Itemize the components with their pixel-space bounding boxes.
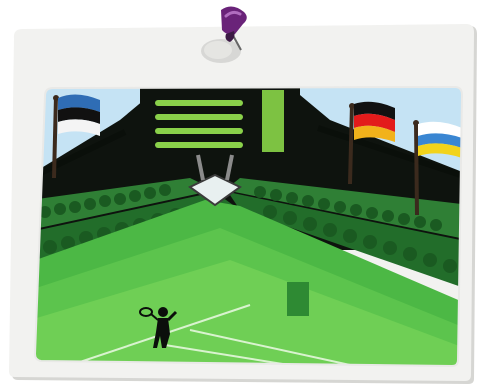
- stadium-scene: [35, 87, 462, 366]
- scoreboard: [140, 88, 300, 160]
- illustration-stage: [0, 0, 477, 384]
- pinned-card-illustration: [9, 6, 477, 384]
- court-wall-panel: [287, 282, 309, 316]
